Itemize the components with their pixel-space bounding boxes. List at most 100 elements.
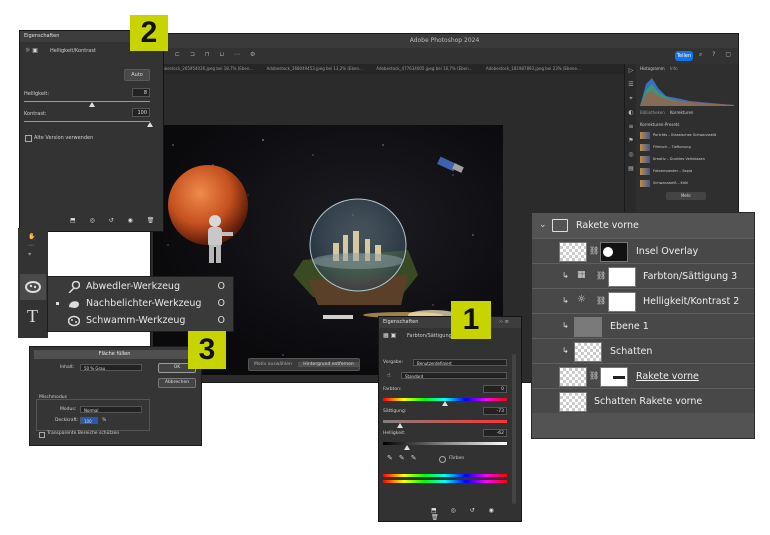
mode-select[interactable]: Normal (80, 406, 142, 413)
eyedropper-icons[interactable]: ✎✎✎ (387, 454, 423, 462)
auto-button[interactable]: Auto (124, 69, 150, 81)
content-select[interactable]: 50 % Grau (80, 364, 142, 371)
scrollbar[interactable] (512, 354, 516, 504)
transparent-label: Transparente Bereiche schützen (47, 431, 120, 436)
hue-slider-thumb[interactable] (442, 401, 448, 406)
lightness-slider-thumb[interactable] (403, 445, 410, 450)
share-button[interactable]: Teilen (675, 51, 693, 61)
layer-name: Helligkeit/Kontrast 2 (643, 296, 740, 307)
layer-name: Rakete vorne (636, 371, 699, 382)
saturation-slider-thumb[interactable] (397, 423, 404, 428)
presets-header[interactable]: Korrekturen-Presets (640, 122, 679, 127)
layer-row[interactable]: ⛓ Rakete vorne (532, 363, 754, 388)
active-marker (56, 302, 59, 305)
properties-panel-brightness: Eigenschaften ☼ ▣ Helligkeit/Kontrast Au… (19, 30, 164, 232)
colorize-checkbox[interactable] (439, 456, 446, 463)
layer-row[interactable]: ⛓ Insel Overlay (532, 238, 754, 263)
options-bar: ⊏ ⊐ ⊓ ⊔ ⋯ ⚙ Teilen ⌕ ? ▢ (151, 48, 738, 64)
hue-input[interactable]: 0 (483, 385, 507, 393)
tool-strip: ✋ ⋯ ⌖ T (18, 228, 48, 338)
layer-row[interactable]: ↳ ▦ ⛓ Farbton/Sättigung 3 (532, 263, 754, 288)
cancel-button[interactable]: Abbrechen (158, 378, 196, 388)
layer-thumbnail (559, 392, 587, 412)
collapse-icon[interactable]: ›› ≡ (499, 319, 509, 325)
layer-row[interactable]: ↳ Schatten (532, 338, 754, 363)
doc-tab[interactable]: Adobestock_477634005.jpeg bei 16,7% (Ebe… (370, 64, 478, 74)
clip-icon: ↳ (562, 321, 569, 330)
panel-footer-icons[interactable]: ⬒ ◎ ↺ ◉ 🗑 (431, 507, 521, 521)
hand-adjust-icon[interactable]: ☝ (387, 372, 391, 379)
doc-tab[interactable]: Adobestock_265954026.jpeg bei 18,7% (Ebe… (151, 64, 259, 74)
preset-item[interactable]: Kreativ – Dunkles Verblassen (640, 154, 734, 164)
color-bar-bottom (383, 480, 507, 483)
brightness-slider-thumb[interactable] (89, 102, 96, 107)
remove-background-button[interactable]: Hintergrund entfernen (298, 362, 359, 367)
link-icon: ⛓ (589, 371, 600, 380)
align-icons[interactable]: ⊏ ⊐ ⊓ ⊔ ⋯ ⚙ (175, 51, 259, 58)
hue-label: Farbton: (383, 387, 402, 392)
chevron-down-icon[interactable]: ⌄ (539, 220, 547, 230)
legacy-label: Alte Version verwenden (34, 135, 94, 141)
sponge-icon (68, 315, 80, 326)
opacity-unit: % (102, 418, 107, 423)
layer-row[interactable]: Schatten Rakete vorne (532, 388, 754, 413)
panel-footer-icons[interactable]: ⬒ ◎ ↺ ◉ 🗑 (70, 217, 160, 224)
layer-thumbnail (559, 367, 587, 387)
link-icon: ⛓ (596, 271, 607, 280)
tab-adjustments[interactable]: Korrekturen (670, 110, 693, 115)
preset-label: Vorgabe: (383, 360, 404, 365)
tab-libraries[interactable]: Bibliotheken (640, 110, 665, 115)
layer-name: Schatten (610, 346, 653, 357)
layer-type-label: Helligkeit/Kontrast (50, 48, 96, 54)
tool-sponge[interactable]: Schwamm-Werkzeug O (48, 312, 233, 329)
dodge-icon (68, 280, 80, 293)
mask-thumbnail (600, 242, 628, 262)
type-tool-icon[interactable]: T (27, 306, 38, 327)
contrast-input[interactable]: 100 (132, 108, 150, 117)
opacity-input[interactable]: 100 (80, 417, 98, 424)
hand-icon[interactable]: ✋ ⋯ ⌖ (28, 232, 35, 259)
brightness-input[interactable]: 8 (132, 88, 150, 97)
lightness-input[interactable]: -62 (483, 429, 507, 437)
tool-burn[interactable]: Nachbelichter-Werkzeug O (48, 295, 233, 312)
link-icon: ⛓ (596, 296, 607, 305)
doc-tab[interactable]: Adobestock_181987893.jpeg bei 23% (Ebene… (480, 64, 587, 74)
layer-row[interactable]: ↳ Ebene 1 (532, 313, 754, 338)
mask-thumbnail (608, 292, 636, 312)
select-subject-button[interactable]: Motiv auswählen (249, 362, 297, 367)
dialog-title: Fläche füllen (34, 350, 195, 359)
tab-info[interactable]: Info (670, 66, 678, 71)
satellite (437, 156, 464, 173)
tool-dodge[interactable]: Abwedler-Werkzeug O (48, 278, 233, 295)
preset-item[interactable]: Schwarzweiß – Kühl (640, 178, 734, 188)
channel-select[interactable]: Standard (401, 372, 507, 379)
tab-histogram[interactable]: Histogramm (640, 66, 665, 71)
adjustment-icon: ☼ ▣ (25, 47, 38, 54)
right-panel-column: Histogramm Info Bibliotheken Korrekturen… (636, 64, 738, 224)
more-button[interactable]: Mehr (666, 192, 706, 200)
preset-item[interactable]: Fotoempexter – Sepia (640, 166, 734, 176)
sponge-icon (25, 281, 41, 293)
layer-group-row[interactable]: ⌄ Rakete vorne (532, 213, 754, 238)
mask-thumbnail (608, 267, 636, 287)
search-icon[interactable]: ⌕ ? ▢ (699, 51, 735, 59)
color-bar-top (383, 474, 507, 477)
layer-row[interactable]: ↳ ☼ ⛓ Helligkeit/Kontrast 2 (532, 288, 754, 313)
dodge-tool-button[interactable] (20, 274, 46, 300)
transparent-checkbox[interactable] (39, 432, 45, 438)
preset-select[interactable]: Benutzerdefiniert (413, 359, 507, 366)
doc-tab[interactable]: Adobestock_368049453.jpeg bei 13,2% (Ebe… (261, 64, 369, 74)
legacy-checkbox[interactable] (25, 135, 32, 142)
clip-icon: ↳ (562, 271, 569, 280)
contrast-slider-thumb[interactable] (147, 122, 153, 127)
contrast-slider-track[interactable] (24, 121, 150, 122)
colorize-label: Färben (449, 456, 465, 461)
brightness-slider-track[interactable] (24, 101, 150, 102)
layers-panel: ⌄ Rakete vorne ⛓ Insel Overlay ↳ ▦ ⛓ Far… (531, 212, 755, 439)
preset-item[interactable]: Porträts – Klassisches Schwarzweiß (640, 130, 734, 140)
saturation-input[interactable]: -73 (483, 407, 507, 415)
histogram-graph (640, 78, 734, 106)
preset-item[interactable]: Filmisch – Tieftonung (640, 142, 734, 152)
lightness-slider-track[interactable] (383, 442, 507, 445)
layer-thumbnail (574, 317, 602, 337)
